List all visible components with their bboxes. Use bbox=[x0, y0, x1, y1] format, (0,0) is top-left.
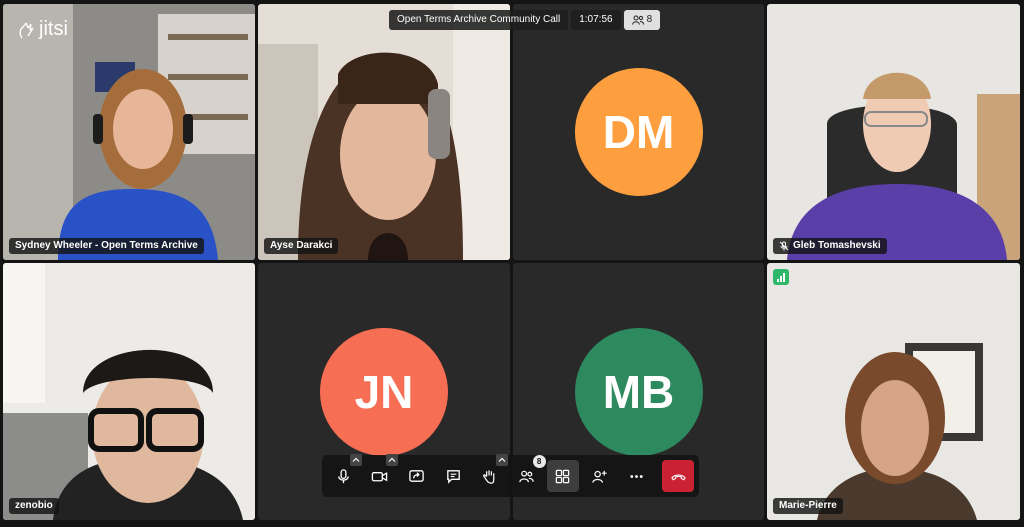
participants-button[interactable]: 8 bbox=[510, 455, 546, 492]
video-tile-gleb[interactable]: Gleb Tomashevski bbox=[767, 4, 1020, 260]
jitsi-hand-icon bbox=[19, 22, 34, 38]
chevron-up-icon bbox=[388, 457, 396, 462]
avatar-initials: MB bbox=[602, 365, 675, 418]
video-tile-zenobio[interactable]: zenobio bbox=[3, 263, 255, 520]
hangup-icon bbox=[670, 474, 686, 481]
jitsi-logo: jitsi bbox=[18, 18, 68, 41]
camera-icon bbox=[372, 471, 388, 481]
participant-name-label: zenobio bbox=[9, 498, 59, 514]
video-frame-ayse bbox=[258, 4, 510, 260]
connection-quality-indicator[interactable] bbox=[773, 269, 789, 285]
microphone-options-button[interactable] bbox=[349, 454, 362, 466]
camera-button[interactable] bbox=[364, 454, 399, 492]
meeting-toolbar: 8 bbox=[322, 454, 699, 497]
video-frame-marie-pierre bbox=[767, 263, 1020, 520]
signal-bar bbox=[783, 273, 785, 282]
video-tile-marie-pierre[interactable]: Marie-Pierre bbox=[767, 263, 1020, 520]
raise-hand-button[interactable] bbox=[473, 454, 508, 492]
screen-share-button[interactable] bbox=[400, 460, 433, 492]
signal-bar bbox=[777, 279, 779, 282]
tile-view-icon bbox=[556, 469, 570, 483]
video-tile-sydney[interactable]: Sydney Wheeler - Open Terms Archive bbox=[3, 4, 255, 260]
tile-view-button[interactable] bbox=[546, 460, 580, 492]
participants-count-badge[interactable]: 8 bbox=[623, 10, 661, 30]
participant-name: zenobio bbox=[15, 500, 53, 511]
camera-options-button[interactable] bbox=[386, 454, 399, 466]
avatar-initials: JN bbox=[354, 365, 414, 418]
participant-name: Gleb Tomashevski bbox=[793, 240, 881, 251]
more-icon bbox=[629, 474, 643, 478]
video-tile-ayse[interactable]: Ayse Darakci bbox=[258, 4, 510, 260]
reactions-options-button[interactable] bbox=[495, 454, 508, 466]
participants-count-badge: 8 bbox=[532, 455, 546, 468]
participant-avatar: DM bbox=[574, 68, 703, 196]
participant-name: Ayse Darakci bbox=[270, 240, 333, 251]
participant-name-label: Sydney Wheeler - Open Terms Archive bbox=[9, 238, 204, 254]
chat-button[interactable] bbox=[437, 460, 470, 492]
meeting-title: Open Terms Archive Community Call bbox=[389, 10, 569, 30]
participants-count: 8 bbox=[646, 14, 653, 25]
more-actions-button[interactable] bbox=[620, 460, 653, 492]
participant-name-label: Gleb Tomashevski bbox=[773, 238, 887, 254]
participant-name-label: Ayse Darakci bbox=[264, 238, 339, 254]
video-frame-gleb bbox=[767, 4, 1020, 260]
invite-button[interactable] bbox=[583, 460, 616, 492]
participant-avatar: JN bbox=[320, 327, 448, 456]
screen-share-icon bbox=[409, 469, 424, 482]
video-tile-dm[interactable]: DM bbox=[513, 4, 764, 260]
chevron-up-icon bbox=[498, 457, 506, 462]
raise-hand-icon bbox=[483, 469, 495, 484]
meeting-duration: 1:07:56 bbox=[571, 10, 621, 30]
video-frame-zenobio bbox=[3, 263, 255, 520]
participant-avatar: MB bbox=[574, 327, 703, 456]
participant-name: Sydney Wheeler - Open Terms Archive bbox=[15, 240, 198, 251]
invite-icon bbox=[592, 470, 607, 483]
chat-icon bbox=[446, 469, 460, 484]
participant-name-label: Marie-Pierre bbox=[773, 498, 843, 514]
meeting-info-bar: Open Terms Archive Community Call 1:07:5… bbox=[389, 10, 661, 30]
participants-icon bbox=[631, 15, 644, 25]
microphone-icon bbox=[337, 468, 349, 483]
video-frame-sydney bbox=[3, 4, 255, 260]
participant-name: Marie-Pierre bbox=[779, 500, 837, 511]
chevron-up-icon bbox=[352, 457, 360, 462]
logo-text: jitsi bbox=[39, 18, 68, 40]
participants-icon bbox=[519, 470, 534, 482]
signal-bar bbox=[780, 276, 782, 282]
hangup-button[interactable] bbox=[662, 460, 694, 492]
microphone-button[interactable] bbox=[327, 454, 362, 492]
mic-muted-icon bbox=[779, 241, 789, 251]
avatar-initials: DM bbox=[602, 106, 675, 158]
